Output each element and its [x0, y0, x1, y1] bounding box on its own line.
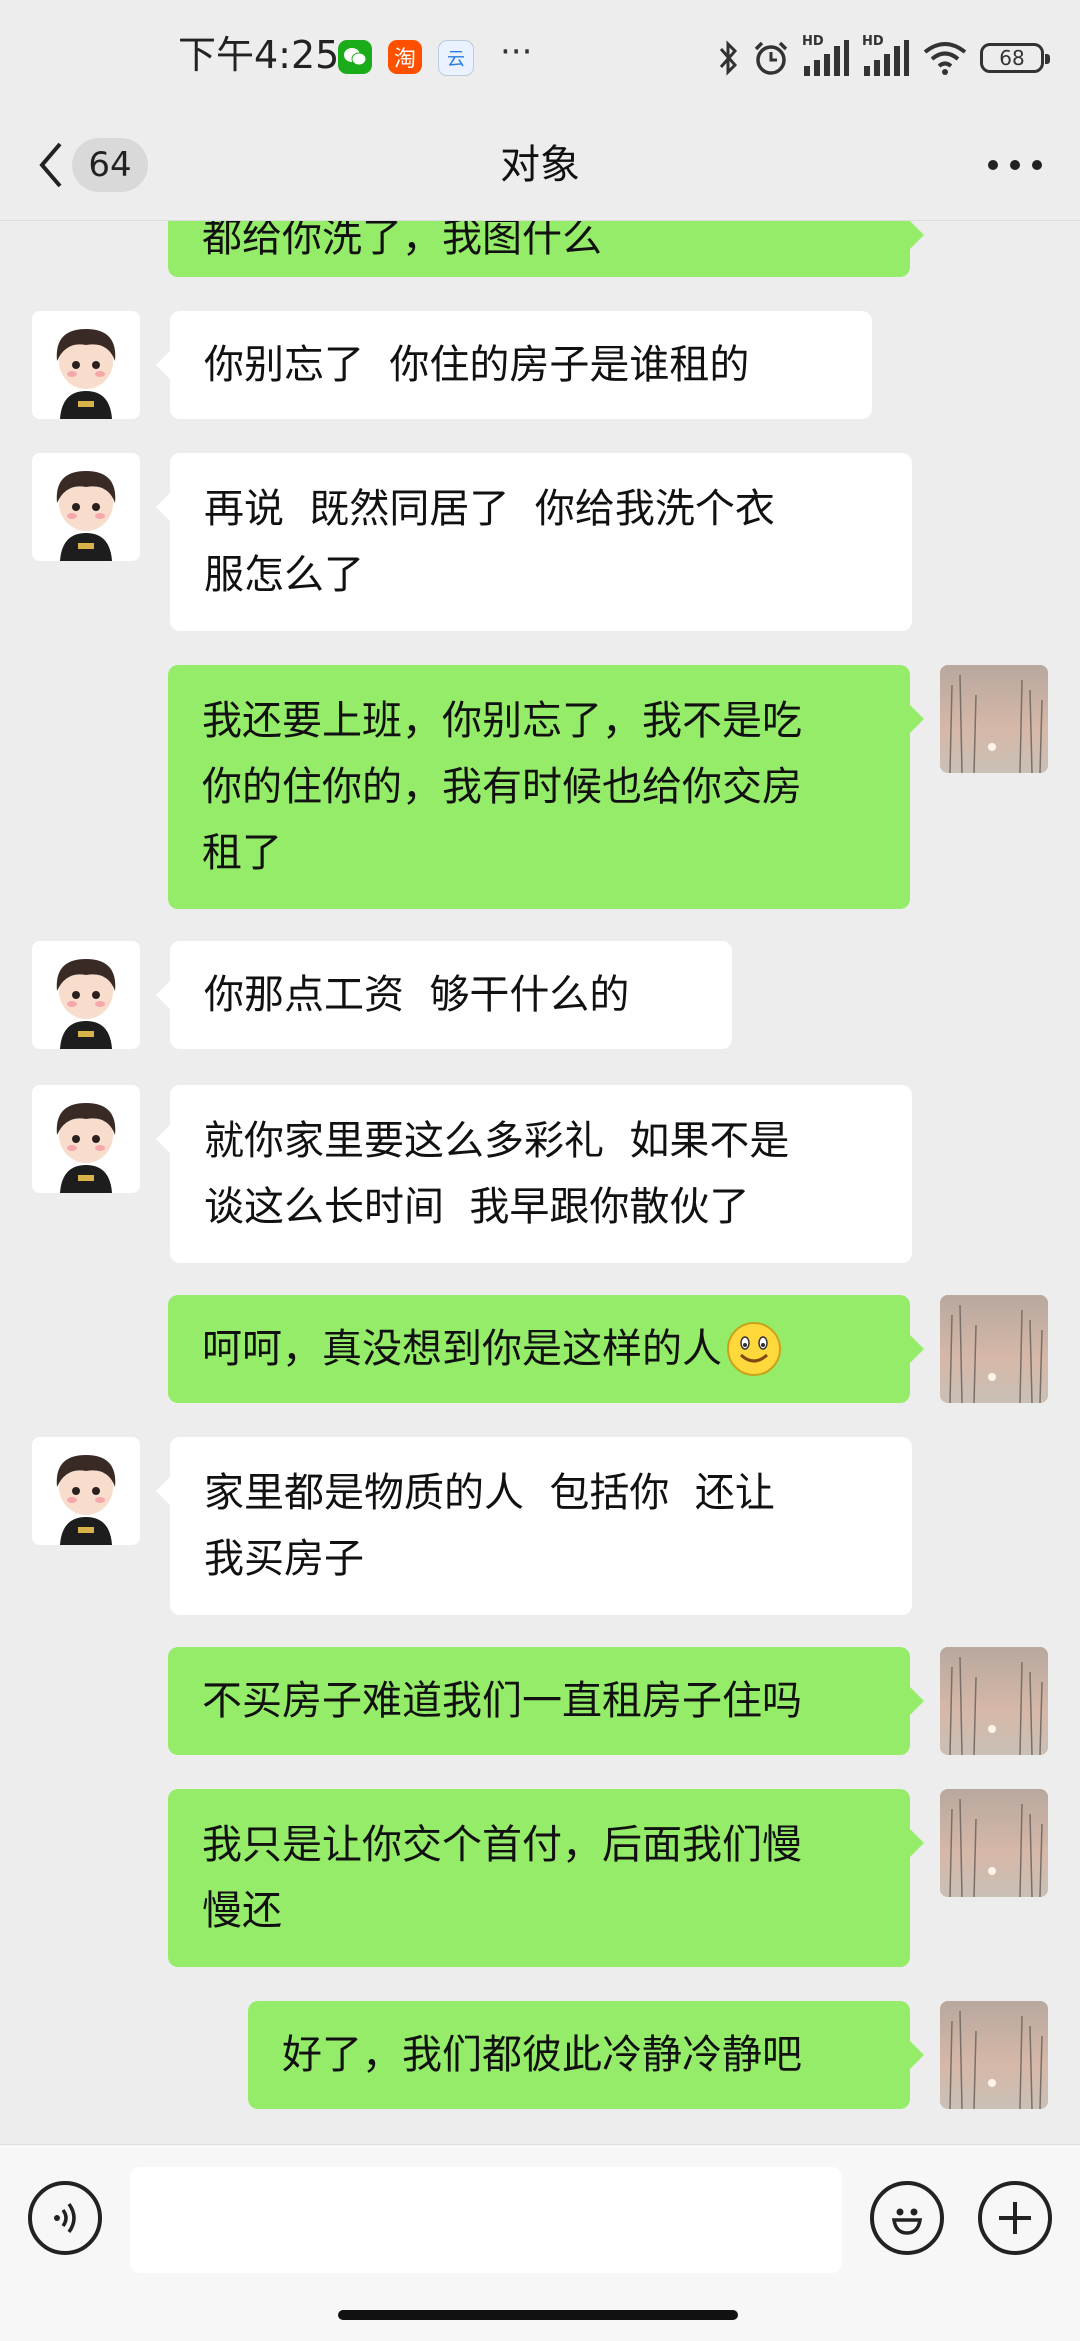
status-time: 下午4:25 [178, 33, 340, 77]
more-icon [988, 160, 1042, 170]
message-bubble-incoming[interactable]: 家里都是物质的人 包括你 还让 我买房子 [156, 1437, 912, 1615]
message-bubble-outgoing[interactable]: 不买房子难道我们一直租房子住吗 [168, 1647, 924, 1755]
wechat-icon [338, 40, 372, 74]
message-bubble-incoming[interactable]: 你别忘了 你住的房子是谁租的 [156, 311, 872, 419]
chevron-left-icon [39, 142, 62, 188]
my-avatar[interactable] [940, 1647, 1048, 1755]
chat-header: 对象 64 [0, 110, 1080, 221]
message-input[interactable] [130, 2167, 842, 2273]
contact-avatar[interactable] [32, 311, 140, 419]
alarm-icon [754, 41, 788, 75]
signal-icon-2: HD [862, 34, 910, 78]
cloud-app-icon: 云 [438, 40, 474, 76]
message-bubble-outgoing[interactable]: 我还要上班，你别忘了，我不是吃 你的住你的，我有时候也给你交房 租了 [168, 665, 924, 909]
smile-emoji-icon [727, 1322, 781, 1376]
message-bubble-incoming[interactable]: 就你家里要这么多彩礼 如果不是 谈这么长时间 我早跟你散伙了 [156, 1085, 912, 1263]
signal-icon-1: HD [802, 34, 850, 78]
wifi-icon [923, 42, 967, 75]
home-indicator[interactable] [338, 2310, 738, 2320]
more-functions-button[interactable] [978, 2181, 1052, 2255]
battery-level: 68 [999, 46, 1025, 70]
contact-avatar[interactable] [32, 453, 140, 561]
my-avatar[interactable] [940, 1789, 1048, 1897]
overflow-icon: ··· [500, 32, 533, 72]
contact-avatar[interactable] [32, 1085, 140, 1193]
my-avatar[interactable] [940, 665, 1048, 773]
my-avatar[interactable] [940, 2001, 1048, 2109]
my-avatar[interactable] [940, 1295, 1048, 1403]
more-options-button[interactable] [980, 140, 1050, 190]
status-indicators: HD HD 68 [718, 34, 1050, 80]
battery-icon: 68 [980, 43, 1050, 73]
plus-icon [999, 2202, 1031, 2234]
emoji-button[interactable] [870, 2181, 944, 2255]
bluetooth-icon [719, 40, 738, 76]
message-bubble-incoming[interactable]: 再说 既然同居了 你给我洗个衣 服怎么了 [156, 453, 912, 631]
unread-count-badge: 64 [72, 138, 148, 192]
contact-avatar[interactable] [32, 941, 140, 1049]
message-bubble-outgoing[interactable]: 呵呵，真没想到你是这样的人 [168, 1295, 924, 1403]
message-bubble-outgoing[interactable]: 都给你洗了，我图什么 [168, 221, 924, 277]
chat-title: 对象 [500, 142, 580, 188]
contact-avatar[interactable] [32, 1437, 140, 1545]
taobao-icon: 淘 [388, 40, 422, 74]
emoji-icon [891, 2208, 923, 2235]
status-bar: 下午4:25 淘 云 ··· HD HD 68 [0, 0, 1080, 110]
message-bubble-outgoing[interactable]: 好了，我们都彼此冷静冷静吧 [248, 2001, 924, 2109]
message-bubble-incoming[interactable]: 你那点工资 够干什么的 [156, 941, 732, 1049]
voice-icon [54, 2202, 76, 2234]
message-bubble-outgoing[interactable]: 我只是让你交个首付，后面我们慢 慢还 [168, 1789, 924, 1967]
chat-message-list[interactable]: 都给你洗了，我图什么 你别忘了 你住的房子是谁租的 再说 既然同居了 你给我洗个… [0, 221, 1080, 2141]
back-button[interactable]: 64 [36, 132, 148, 198]
voice-input-button[interactable] [28, 2181, 102, 2255]
